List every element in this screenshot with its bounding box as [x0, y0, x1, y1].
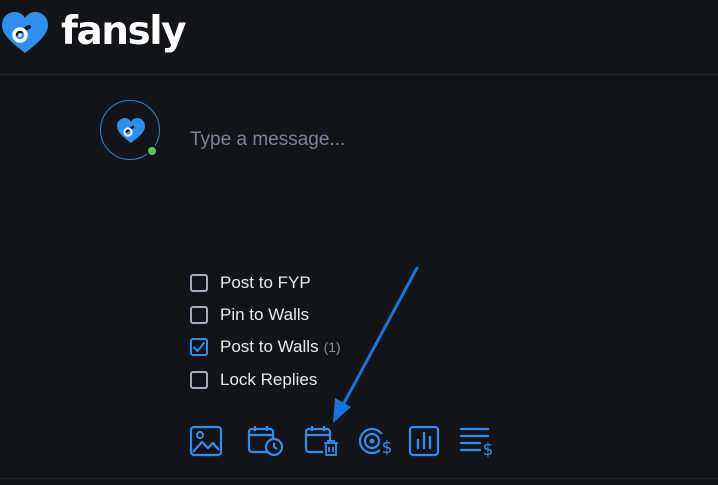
brand-name[interactable]: fansly: [61, 8, 187, 56]
option-label: Post to Walls: [220, 337, 319, 356]
svg-text:$: $: [382, 438, 393, 458]
option-label: Lock Replies: [220, 370, 318, 389]
tip-goal-icon[interactable]: $: [357, 424, 394, 458]
fansly-logo-icon[interactable]: [0, 7, 54, 59]
option-lock-replies[interactable]: Lock Replies: [190, 369, 317, 391]
wall-count-badge: (1): [323, 339, 341, 355]
checkmark-icon: [193, 342, 205, 352]
option-label: Post to FYP: [220, 273, 311, 292]
schedule-post-icon[interactable]: [246, 424, 284, 458]
option-post-to-walls[interactable]: Post to Walls (1): [190, 336, 341, 358]
price-list-icon[interactable]: $: [458, 424, 494, 458]
option-pin-to-walls[interactable]: Pin to Walls: [190, 304, 309, 326]
online-status-dot: [146, 145, 158, 157]
svg-text:$: $: [483, 440, 494, 458]
divider: [0, 478, 718, 479]
option-label: Pin to Walls: [220, 305, 310, 324]
expire-post-icon[interactable]: [303, 424, 339, 458]
lock-replies-checkbox[interactable]: [190, 371, 208, 389]
avatar-logo-icon: [117, 118, 145, 143]
message-input[interactable]: [188, 124, 692, 156]
poll-icon[interactable]: [407, 424, 443, 458]
option-post-to-fyp[interactable]: Post to FYP: [190, 272, 311, 294]
pin-to-walls-checkbox[interactable]: [190, 306, 208, 324]
top-bar: fansly: [0, 0, 718, 75]
image-icon[interactable]: [188, 424, 224, 458]
post-to-walls-checkbox[interactable]: [190, 338, 208, 356]
post-to-fyp-checkbox[interactable]: [190, 274, 208, 292]
